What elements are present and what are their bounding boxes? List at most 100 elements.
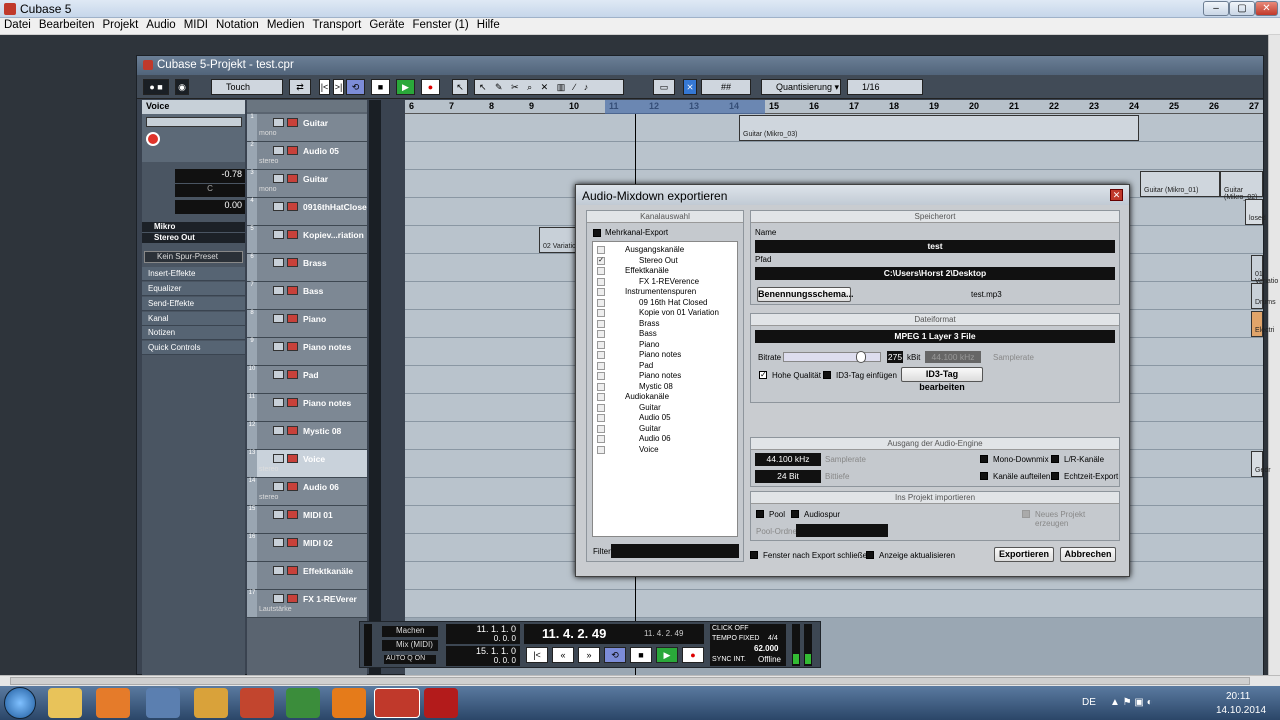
click-status[interactable]: CLICK OFF	[712, 625, 749, 632]
mute-button[interactable]	[273, 426, 284, 435]
channel-checkbox[interactable]	[597, 288, 605, 296]
inspector-track-name[interactable]: Voice	[142, 100, 245, 114]
channel-tree-item[interactable]: Ausgangskanäle	[593, 245, 737, 255]
close-after-export-checkbox[interactable]	[750, 551, 758, 559]
solo-button[interactable]	[287, 314, 298, 323]
midi-part[interactable]: losed	[1245, 199, 1266, 225]
vlc-taskbar-icon[interactable]	[332, 688, 366, 718]
track-name[interactable]: Effektkanäle	[303, 566, 353, 576]
track-lane[interactable]	[405, 590, 1263, 618]
mono-downmix-checkbox[interactable]	[980, 455, 988, 463]
solo-button[interactable]	[287, 370, 298, 379]
audio-event[interactable]: Guitar (Mikro_01)	[1140, 171, 1220, 197]
tool-palette[interactable]: ↖ ✎ ✂ ⌕ ✕ ▥ ∕ ♪	[474, 79, 624, 95]
update-display-checkbox[interactable]	[866, 551, 874, 559]
channel-checkbox[interactable]: ✓	[597, 256, 605, 265]
engine-bitdepth-select[interactable]: 24 Bit	[755, 470, 821, 483]
active-project-button[interactable]: ● ■	[143, 79, 169, 95]
path-input[interactable]: C:\Users\Horst 2\Desktop	[755, 267, 1115, 280]
grid-type-select[interactable]: ##	[701, 79, 751, 95]
track-name[interactable]: Brass	[303, 258, 327, 268]
channel-tree-item[interactable]: Voice	[593, 445, 737, 455]
track-header[interactable]: 7 Bass	[247, 282, 367, 310]
track-header[interactable]: 3 Guitar mono	[247, 170, 367, 198]
inspector-section-sends[interactable]: Send-Effekte	[142, 297, 245, 311]
track-name[interactable]: Guitar	[303, 174, 328, 184]
inspector-section-notizen[interactable]: Notizen	[142, 326, 245, 340]
goto-end-button[interactable]: >|	[333, 79, 344, 95]
channel-tree-item[interactable]: Bass	[593, 329, 737, 339]
timeline-ruler[interactable]: 6789101112131415161718192021222324252627	[405, 100, 1263, 114]
cancel-button[interactable]: Abbrechen	[1060, 547, 1116, 562]
track-name[interactable]: Piano	[303, 314, 326, 324]
transport-cycle-button[interactable]: ⟲	[604, 647, 626, 663]
channel-checkbox[interactable]	[597, 424, 605, 433]
channel-tree-item[interactable]: Effektkanäle	[593, 266, 737, 276]
mute-button[interactable]	[273, 146, 284, 155]
cubase-taskbar-icon[interactable]	[374, 688, 420, 718]
menu-midi[interactable]: MIDI	[180, 18, 212, 31]
solo-button[interactable]	[287, 482, 298, 491]
channel-checkbox[interactable]	[597, 319, 605, 328]
mute-button[interactable]	[273, 230, 284, 239]
track-name[interactable]: Piano notes	[303, 398, 351, 408]
naming-scheme-button[interactable]: Benennungsschema...	[757, 287, 854, 302]
clock-date[interactable]: 14.10.2014	[1216, 705, 1266, 716]
tempo-display[interactable]: CLICK OFF TEMPO FIXED 4/4 62.000 SYNC IN…	[710, 624, 786, 666]
realtime-export-checkbox[interactable]	[1051, 472, 1059, 480]
pan-value[interactable]: C	[175, 184, 245, 197]
track-name[interactable]: FX 1-REVerer	[303, 594, 357, 604]
track-name[interactable]: Bass	[303, 286, 323, 296]
track-header[interactable]: 15 MIDI 01	[247, 506, 367, 534]
track-header[interactable]: 14 Audio 06 stereo	[247, 478, 367, 506]
bitrate-slider-thumb[interactable]	[856, 351, 866, 363]
cycle-range[interactable]	[605, 100, 765, 114]
auto-quantize-toggle[interactable]: AUTO Q ON	[384, 655, 436, 664]
stop-button[interactable]: ■	[371, 79, 390, 95]
midi-part[interactable]: Electri	[1251, 311, 1274, 337]
mute-button[interactable]	[273, 174, 284, 183]
dialog-close-button[interactable]: ✕	[1110, 189, 1123, 201]
split-channels-checkbox[interactable]	[980, 472, 988, 480]
track-preset-select[interactable]: Kein Spur-Preset	[144, 251, 243, 263]
export-button[interactable]: Exportieren	[994, 547, 1054, 562]
audio-track-checkbox[interactable]	[791, 510, 799, 518]
mute-button[interactable]	[273, 538, 284, 547]
track-name[interactable]: Kopiev...riation	[303, 230, 364, 240]
tray-icons[interactable]: ▲ ⚑ ▣ ◐	[1110, 697, 1153, 708]
machen-select[interactable]: Machen	[382, 626, 438, 637]
midi-part[interactable]: 02 Variatio	[539, 227, 579, 253]
inspector-section-equalizer[interactable]: Equalizer	[142, 282, 245, 296]
track-header[interactable]: 12 Mystic 08	[247, 422, 367, 450]
solo-button[interactable]	[287, 454, 298, 463]
play-button[interactable]: ▶	[396, 79, 415, 95]
channel-tree-item[interactable]: Piano notes	[593, 371, 737, 381]
track-header[interactable]: 11 Piano notes	[247, 394, 367, 422]
solo-button[interactable]	[287, 286, 298, 295]
track-header[interactable]: 16 MIDI 02	[247, 534, 367, 562]
track-header[interactable]: 13 Voice stereo	[247, 450, 367, 478]
media-player-taskbar-icon[interactable]	[96, 688, 130, 718]
channel-tree-item[interactable]: Brass	[593, 319, 737, 329]
high-quality-checkbox[interactable]: ✓	[759, 371, 767, 379]
channel-tree-item[interactable]: FX 1-REVerence	[593, 277, 737, 287]
track-header[interactable]: 10 Pad	[247, 366, 367, 394]
track-name[interactable]: Pad	[303, 370, 319, 380]
start-button[interactable]	[4, 687, 36, 719]
mute-button[interactable]	[273, 118, 284, 127]
volume-value[interactable]: -0.78	[175, 169, 245, 183]
midi-part[interactable]: 01 Variatio	[1251, 255, 1278, 285]
solo-button[interactable]	[287, 510, 298, 519]
channel-checkbox[interactable]	[597, 298, 605, 307]
channel-tree[interactable]: Ausgangskanäle ✓ Stereo Out Effektkanäle FX …	[592, 241, 738, 537]
channel-checkbox[interactable]	[597, 445, 605, 454]
solo-button[interactable]	[287, 118, 298, 127]
track-name[interactable]: Audio 05	[303, 146, 339, 156]
channel-tree-item[interactable]: Instrumentenspuren	[593, 287, 737, 297]
inspector-section-kanal[interactable]: Kanal	[142, 312, 245, 326]
menu-notation[interactable]: Notation	[212, 18, 263, 31]
cycle-button[interactable]: ⟲	[346, 79, 365, 95]
menu-audio[interactable]: Audio	[142, 18, 179, 31]
track-name[interactable]: Voice	[303, 454, 325, 464]
solo-button[interactable]	[287, 594, 298, 603]
